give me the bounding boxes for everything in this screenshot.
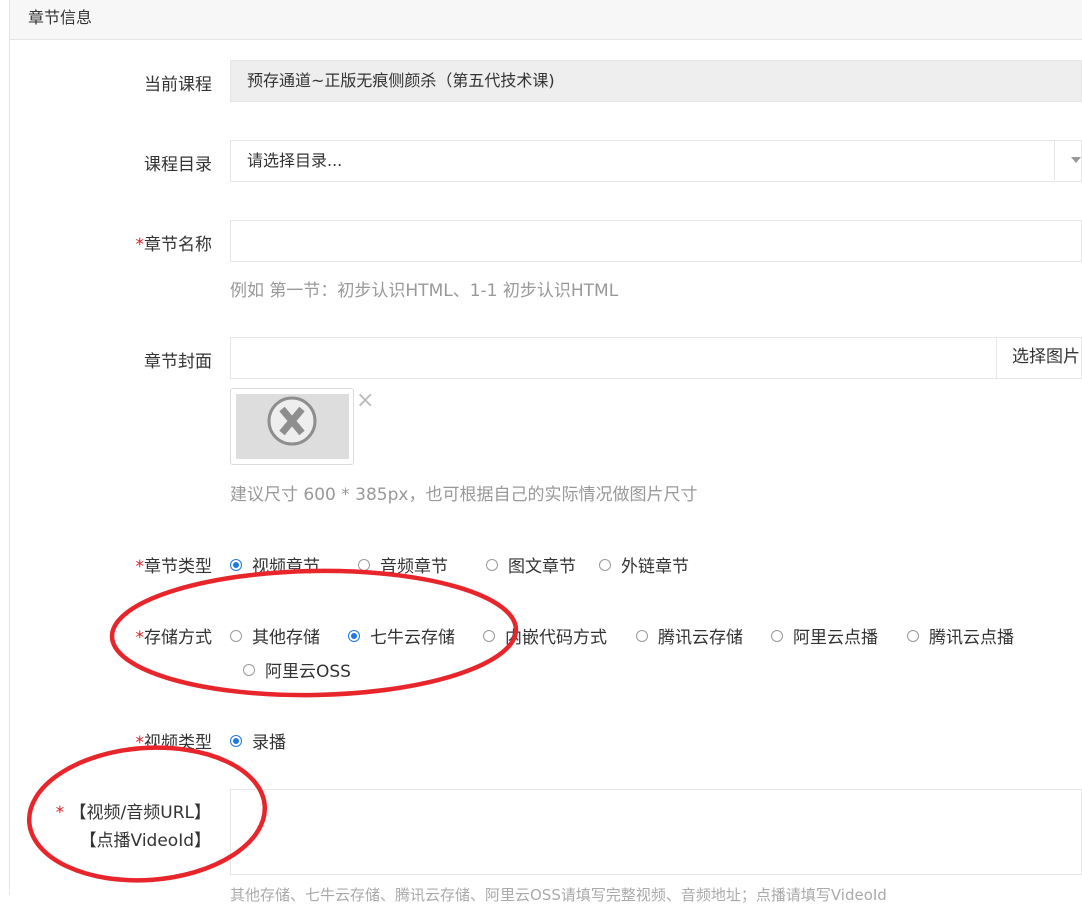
chapter-name-label-text: 章节名称 [144, 235, 212, 255]
radio-storage-aliyun-oss[interactable]: 阿里云OSS [243, 657, 351, 682]
cover-input[interactable] [230, 337, 1082, 379]
radio-storage-tencent-vod[interactable]: 腾讯云点播 [907, 623, 1014, 648]
radio-storage-qiniu[interactable]: 七牛云存储 [348, 623, 455, 648]
radio-icon [486, 558, 498, 571]
radio-label: 录播 [252, 733, 286, 753]
cover-label: 章节封面 [144, 352, 212, 372]
current-course-field: 预存通道~正版无痕侧颜杀（第五代技术课) [230, 60, 1082, 102]
catalog-select[interactable]: 请选择目录... [230, 140, 1082, 182]
select-image-button[interactable]: 选择图片 [996, 337, 1082, 378]
required-mark: * [55, 803, 65, 823]
panel-title: 章节信息 [28, 8, 93, 27]
radio-icon [230, 629, 242, 642]
chapter-type-label: *章节类型 [12, 552, 213, 577]
video-url-textarea[interactable] [230, 789, 1082, 875]
radio-icon [358, 558, 370, 571]
radio-label: 音频章节 [380, 557, 448, 577]
chapter-name-input[interactable] [230, 220, 1082, 262]
storage-label: *存储方式 [12, 623, 213, 648]
radio-label: 外链章节 [621, 557, 689, 577]
radio-storage-aliyun-vod[interactable]: 阿里云点播 [771, 623, 878, 648]
chevron-down-icon [1071, 157, 1081, 163]
radio-label: 视频章节 [252, 557, 320, 577]
radio-storage-other[interactable]: 其他存储 [230, 623, 320, 648]
radio-checked-icon [230, 558, 242, 571]
video-url-label-text: 【视频/音频URL】 [69, 803, 211, 823]
radio-chapter-type-video[interactable]: 视频章节 [230, 552, 320, 577]
radio-checked-icon [348, 629, 360, 642]
radio-label: 图文章节 [508, 557, 576, 577]
chapter-name-help: 例如 第一节：初步认识HTML、1-1 初步认识HTML [230, 281, 619, 301]
radio-label: 腾讯云点播 [929, 628, 1014, 648]
chapter-type-label-text: 章节类型 [144, 557, 212, 577]
radio-icon [907, 629, 919, 642]
remove-image-icon[interactable]: × [356, 388, 374, 414]
radio-label: 七牛云存储 [370, 628, 455, 648]
current-course-label: 当前课程 [144, 75, 212, 95]
broken-image-icon [267, 396, 317, 446]
video-url-label-line2: 【点播VideoId】 [79, 831, 211, 851]
radio-label: 其他存储 [252, 628, 320, 648]
radio-icon [636, 629, 648, 642]
video-url-label-line1: * 【视频/音频URL】 [20, 798, 211, 823]
radio-label: 阿里云OSS [265, 662, 351, 682]
cover-help: 建议尺寸 600 * 385px，也可根据自己的实际情况做图片尺寸 [230, 485, 698, 505]
radio-label: 腾讯云存储 [658, 628, 743, 648]
panel-left-border [9, 0, 10, 895]
required-mark: * [135, 557, 145, 577]
annotation-layer [26, 568, 519, 883]
radio-icon [771, 629, 783, 642]
radio-icon [483, 629, 495, 642]
radio-icon [243, 663, 255, 676]
required-mark: * [135, 733, 145, 753]
radio-storage-embed[interactable]: 内嵌代码方式 [483, 623, 607, 648]
video-type-label: *视频类型 [12, 728, 213, 753]
panel-header [10, 0, 1082, 40]
radio-chapter-type-audio[interactable]: 音频章节 [358, 552, 448, 577]
required-mark: * [135, 235, 145, 255]
storage-label-text: 存储方式 [144, 628, 212, 648]
required-mark: * [135, 628, 145, 648]
radio-checked-icon [230, 734, 242, 747]
catalog-label: 课程目录 [144, 155, 212, 175]
video-url-label: * 【视频/音频URL】 【点播VideoId】 [20, 798, 211, 851]
video-type-label-text: 视频类型 [144, 733, 212, 753]
radio-label: 阿里云点播 [793, 628, 878, 648]
radio-chapter-type-link[interactable]: 外链章节 [599, 552, 689, 577]
radio-icon [599, 558, 611, 571]
radio-label: 内嵌代码方式 [505, 628, 607, 648]
chapter-name-label: *章节名称 [12, 230, 213, 255]
radio-chapter-type-article[interactable]: 图文章节 [486, 552, 576, 577]
radio-storage-tencent-cos[interactable]: 腾讯云存储 [636, 623, 743, 648]
radio-video-type-recorded[interactable]: 录播 [230, 728, 286, 753]
